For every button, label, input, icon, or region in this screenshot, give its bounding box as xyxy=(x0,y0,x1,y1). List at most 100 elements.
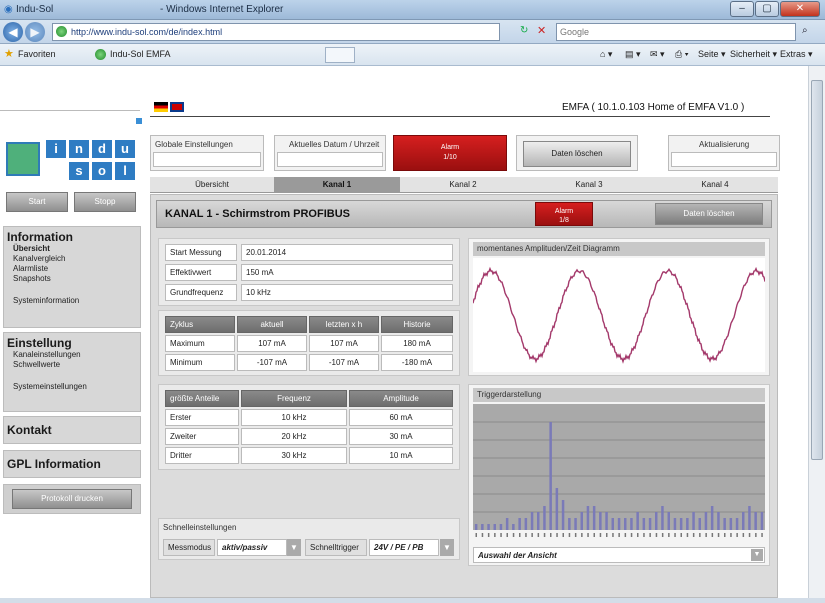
measure-mode-select[interactable]: aktiv/passiv xyxy=(217,539,287,556)
tab-uebersicht[interactable]: Übersicht xyxy=(150,177,274,193)
minimize-button[interactable]: – xyxy=(730,1,754,17)
channel-delete-button[interactable]: Daten löschen xyxy=(655,203,763,225)
feeds-icon[interactable]: ▤ ▾ xyxy=(625,49,641,60)
cycle-row-label: Maximum xyxy=(165,335,235,352)
nav-kanaleinstellungen[interactable]: Kanaleinstellungen xyxy=(4,350,140,360)
settings-group: Einstellung Kanaleinstellungen Schwellwe… xyxy=(3,332,141,412)
frequency-label: Grundfrequenz xyxy=(165,284,237,301)
trigger-tick xyxy=(599,533,602,537)
menu-safety[interactable]: Sicherheit ▾ xyxy=(730,49,777,60)
menu-extras[interactable]: Extras ▾ xyxy=(780,49,813,60)
waveform-panel: momentanes Amplituden/Zeit Diagramm xyxy=(468,238,770,376)
alarm-indicator[interactable]: Alarm 1/10 xyxy=(393,135,507,171)
search-icon[interactable]: ⌕ xyxy=(802,25,808,36)
trigger-bar xyxy=(474,524,478,530)
nav-systeminformation[interactable]: Systeminformation xyxy=(4,296,140,306)
refresh-field[interactable] xyxy=(671,152,777,167)
nav-alarmliste[interactable]: Alarmliste xyxy=(4,264,140,274)
uk-flag-icon[interactable] xyxy=(170,102,184,112)
search-input[interactable]: Google xyxy=(556,23,796,41)
mail-icon[interactable]: ✉ ▾ xyxy=(650,49,665,60)
trigger-tick xyxy=(668,533,670,537)
maximize-button[interactable]: ▢ xyxy=(755,1,779,17)
settings-heading[interactable]: Einstellung xyxy=(4,333,140,350)
trigger-tick xyxy=(624,533,627,537)
logo-letter: s xyxy=(69,162,89,180)
forward-button[interactable]: ▶ xyxy=(25,22,45,42)
german-flag-icon[interactable] xyxy=(154,102,168,112)
waveform-title-bar: momentanes Amplituden/Zeit Diagramm xyxy=(473,242,765,256)
home-icon[interactable]: ⌂ ▾ xyxy=(600,49,612,60)
global-settings-field[interactable] xyxy=(153,152,261,167)
quick-trigger-select[interactable]: 24V / PE / PB xyxy=(369,539,439,556)
trigger-bar xyxy=(642,518,646,530)
close-button[interactable]: ✕ xyxy=(780,1,820,17)
contact-heading[interactable]: Kontakt xyxy=(4,417,140,437)
nav-kanalvergleich[interactable]: Kanalvergleich xyxy=(4,254,140,264)
trigger-bar xyxy=(679,518,683,530)
gpl-group[interactable]: GPL Information xyxy=(3,450,141,478)
refresh-icon[interactable]: ↻ xyxy=(520,25,528,36)
menu-page[interactable]: Seite ▾ xyxy=(698,49,726,60)
trigger-tick xyxy=(661,533,664,537)
new-tab-button[interactable] xyxy=(325,47,355,63)
trigger-tick xyxy=(643,533,645,537)
stop-icon[interactable]: ✕ xyxy=(537,24,546,37)
trigger-bar xyxy=(518,518,521,530)
nav-uebersicht[interactable]: Übersicht xyxy=(4,244,140,254)
tab-site[interactable]: Indu-Sol EMFA xyxy=(110,49,171,59)
channel-alarm-indicator[interactable]: Alarm 1/8 xyxy=(535,202,593,226)
trigger-bar xyxy=(698,518,701,530)
sidebar: i n d u s o l Start Stopp Information Üb… xyxy=(0,66,148,598)
view-dropdown-icon[interactable]: ▼ xyxy=(751,549,763,561)
mode-dropdown-icon[interactable]: ▼ xyxy=(287,539,301,556)
waveform-chart xyxy=(473,258,765,372)
trigger-tick xyxy=(512,533,515,537)
stop-button[interactable]: Stopp xyxy=(74,192,136,212)
site-icon xyxy=(56,26,67,37)
cycle-header: aktuell xyxy=(237,316,307,333)
tab-kanal-3[interactable]: Kanal 3 xyxy=(526,177,652,193)
logo-letter: u xyxy=(115,140,135,158)
trigger-bar xyxy=(599,512,602,530)
trigger-tick xyxy=(612,533,614,537)
information-heading[interactable]: Information xyxy=(4,227,140,244)
delete-data-button[interactable]: Daten löschen xyxy=(523,141,631,167)
back-button[interactable]: ◀ xyxy=(3,22,23,42)
nav-snapshots[interactable]: Snapshots xyxy=(4,274,140,284)
parts-cell: 20 kHz xyxy=(241,428,347,445)
address-bar: ◀ ▶ http://www.indu-sol.com/de/index.htm… xyxy=(0,20,825,44)
trigger-bar xyxy=(512,524,515,530)
tab-kanal-1[interactable]: Kanal 1 xyxy=(274,177,400,193)
contact-group[interactable]: Kontakt xyxy=(3,416,141,444)
datetime-box: Aktuelles Datum / Uhrzeit xyxy=(274,135,386,171)
trigger-tick xyxy=(500,533,502,537)
trigger-bar xyxy=(493,524,496,530)
frequency-value: 10 kHz xyxy=(241,284,453,301)
scrollbar-thumb[interactable] xyxy=(811,80,823,460)
global-settings-box[interactable]: Globale Einstellungen xyxy=(150,135,264,171)
url-field[interactable]: http://www.indu-sol.com/de/index.html xyxy=(52,23,500,41)
trigger-bar xyxy=(555,488,559,530)
information-group: Information Übersicht Kanalvergleich Ala… xyxy=(3,226,141,328)
datetime-label: Aktuelles Datum / Uhrzeit xyxy=(289,140,380,149)
tab-kanal-4[interactable]: Kanal 4 xyxy=(652,177,778,193)
nav-systemeinstellungen[interactable]: Systemeinstellungen xyxy=(4,382,140,392)
gpl-heading[interactable]: GPL Information xyxy=(4,451,140,471)
trigger-bar xyxy=(742,512,745,530)
trigger-dropdown-icon[interactable]: ▼ xyxy=(440,539,454,556)
vertical-scrollbar[interactable] xyxy=(808,66,825,598)
logo-mark xyxy=(6,142,40,176)
tab-kanal-2[interactable]: Kanal 2 xyxy=(400,177,526,193)
start-button[interactable]: Start xyxy=(6,192,68,212)
nav-schwellwerte[interactable]: Schwellwerte xyxy=(4,360,140,370)
trigger-tick xyxy=(593,533,595,537)
trigger-bar xyxy=(617,518,621,530)
print-icon[interactable]: ⎙ ▾ xyxy=(675,49,688,60)
view-select[interactable]: Auswahl der Ansicht xyxy=(473,547,765,563)
favorites-link[interactable]: Favoriten xyxy=(18,49,56,59)
print-protocol-button[interactable]: Protokoll drucken xyxy=(12,489,132,509)
alarm-count: 1/10 xyxy=(443,154,457,161)
trigger-bar xyxy=(605,512,608,530)
trigger-tick xyxy=(761,533,763,537)
